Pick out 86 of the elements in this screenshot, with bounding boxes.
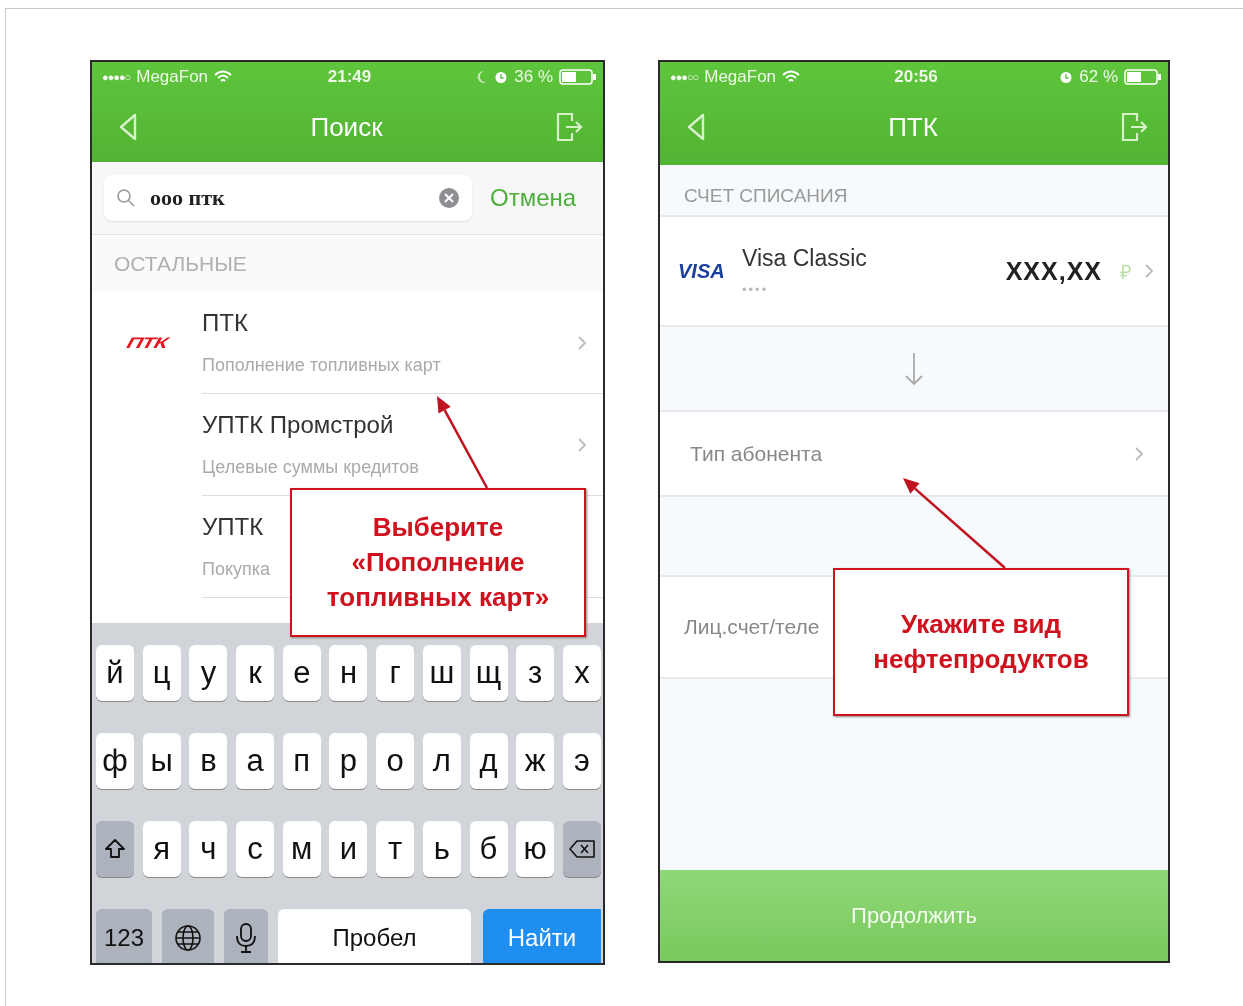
letter-key[interactable]: б	[469, 821, 508, 877]
carrier-name: MegaFon	[136, 67, 209, 87]
letter-key[interactable]: т	[376, 821, 415, 877]
clear-icon[interactable]	[438, 187, 460, 209]
letter-key[interactable]: д	[469, 733, 508, 789]
letter-key[interactable]: е	[282, 645, 321, 701]
letter-key[interactable]: и	[329, 821, 368, 877]
language-key[interactable]	[162, 909, 214, 963]
result-subtitle: Пополнение топливных карт	[202, 355, 441, 376]
letter-key[interactable]: к	[236, 645, 275, 701]
letter-key[interactable]: ч	[189, 821, 228, 877]
carrier-name: MegaFon	[704, 67, 777, 87]
letter-key[interactable]: ь	[422, 821, 461, 877]
letter-key[interactable]: л	[422, 733, 461, 789]
letter-key[interactable]: ш	[422, 645, 461, 701]
exit-icon[interactable]	[555, 111, 583, 143]
account-card[interactable]: VISA Visa Classic •••• XXX,XX ₽	[660, 217, 1168, 327]
letter-key[interactable]: о	[376, 733, 415, 789]
result-subtitle: Покупка	[202, 559, 271, 580]
search-field[interactable]: ооо птк	[104, 175, 472, 221]
wifi-icon	[214, 70, 233, 84]
select-field[interactable]: Тип абонента	[660, 412, 1168, 497]
exit-icon[interactable]	[1120, 111, 1148, 143]
result-subtitle: Целевые суммы кредитов	[202, 457, 419, 478]
battery-percent: 62 %	[1079, 67, 1118, 87]
shift-icon	[104, 838, 126, 860]
backspace-icon	[567, 839, 596, 859]
signal-icon: ●●●○○	[670, 71, 699, 83]
space-key[interactable]: Пробел	[278, 909, 471, 963]
search-icon	[116, 188, 136, 208]
down-arrow-icon	[904, 351, 924, 386]
letter-key[interactable]: в	[189, 733, 228, 789]
letter-key[interactable]: м	[282, 821, 321, 877]
card-balance: XXX,XX	[1005, 256, 1102, 286]
alarm-icon	[1059, 70, 1074, 84]
signal-icon: ●●●●○	[102, 71, 131, 83]
clock-time: 21:49	[327, 67, 372, 87]
battery-icon	[559, 69, 597, 85]
result-item[interactable]: ПТК Пополнение топливных карт	[202, 292, 603, 394]
screen-title: Поиск	[310, 111, 383, 143]
numbers-key[interactable]: 123	[96, 909, 152, 963]
dictation-key[interactable]	[224, 909, 268, 963]
section-header: ОСТАЛЬНЫЕ	[114, 251, 247, 276]
card-logo: VISA	[678, 259, 726, 283]
result-title: УПТК Промстрой	[202, 411, 395, 439]
letter-key[interactable]: ж	[516, 733, 555, 789]
letter-key[interactable]: я	[142, 821, 181, 877]
letter-key[interactable]: ф	[96, 733, 134, 789]
wifi-icon	[782, 70, 801, 84]
letter-key[interactable]: г	[376, 645, 415, 701]
battery-icon	[1124, 69, 1162, 85]
chevron-icon	[1144, 263, 1154, 279]
letter-key[interactable]: с	[236, 821, 275, 877]
letter-key[interactable]: а	[236, 733, 275, 789]
currency-sign: ₽	[1120, 259, 1132, 285]
shift-key[interactable]	[96, 821, 134, 877]
clock-time: 20:56	[894, 67, 938, 87]
microphone-icon	[235, 922, 257, 954]
letter-key[interactable]: з	[516, 645, 555, 701]
section-header: СЧЕТ СПИСАНИЯ	[684, 185, 848, 207]
letter-key[interactable]: ы	[142, 733, 181, 789]
letter-key[interactable]: ц	[142, 645, 181, 701]
letter-key[interactable]: х	[562, 645, 601, 701]
backspace-key[interactable]	[562, 821, 601, 877]
card-name: Visa Classic	[742, 245, 868, 272]
letter-key[interactable]: ю	[516, 821, 555, 877]
battery-percent: 36 %	[514, 67, 553, 87]
screen-title: ПТК	[888, 111, 938, 143]
letter-key[interactable]: п	[282, 733, 321, 789]
letter-key[interactable]: р	[329, 733, 368, 789]
alarm-icon	[494, 70, 509, 84]
back-icon[interactable]	[118, 112, 138, 142]
brand-logo: ПТК	[124, 333, 170, 353]
back-icon[interactable]	[686, 112, 706, 142]
moon-icon	[476, 70, 489, 84]
letter-key[interactable]: н	[329, 645, 368, 701]
letter-key[interactable]: э	[562, 733, 601, 789]
result-title: УПТК	[202, 513, 265, 541]
callout-text: Выберите «Пополнение топливных карт»	[325, 511, 551, 614]
letter-key[interactable]: й	[96, 645, 134, 701]
globe-icon	[173, 923, 203, 953]
letter-key[interactable]: щ	[469, 645, 508, 701]
card-number: ••••	[742, 282, 770, 297]
letter-key[interactable]: у	[189, 645, 228, 701]
result-title: ПТК	[202, 309, 249, 337]
callout-text: Укажите вид нефтепродуктов	[872, 608, 1090, 676]
